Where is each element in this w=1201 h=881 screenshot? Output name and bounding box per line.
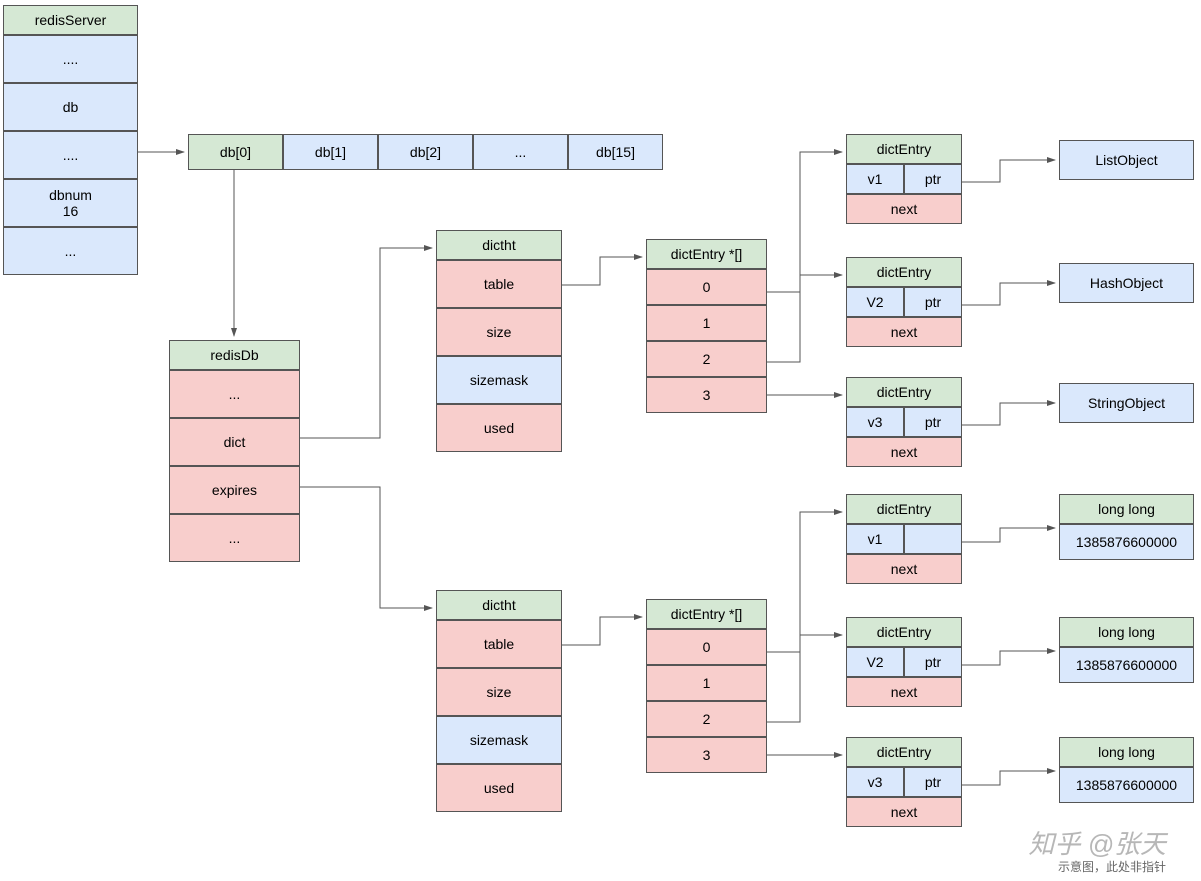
entryarr1-header: dictEntry *[] bbox=[646, 239, 767, 269]
entryarr2-row: 0 bbox=[646, 629, 767, 665]
entry2-v: v1 bbox=[846, 524, 904, 554]
dictht2-row: sizemask bbox=[436, 716, 562, 764]
caption-text: 示意图，此处非指针 bbox=[1058, 858, 1166, 875]
entry2-next: next bbox=[846, 554, 962, 584]
entry1-v: v1 bbox=[846, 164, 904, 194]
db-item: ... bbox=[473, 134, 568, 170]
redisdb-header: redisDb bbox=[169, 340, 300, 370]
entry2-v: v3 bbox=[846, 767, 904, 797]
dictht2-row: size bbox=[436, 668, 562, 716]
redisserver-row: db bbox=[3, 83, 138, 131]
entry2-ptr bbox=[904, 524, 962, 554]
dictht1-row: sizemask bbox=[436, 356, 562, 404]
redisdb-row: expires bbox=[169, 466, 300, 514]
entryarr1-row: 3 bbox=[646, 377, 767, 413]
entry1-next: next bbox=[846, 437, 962, 467]
entry2-v: V2 bbox=[846, 647, 904, 677]
redisserver-row: ... bbox=[3, 227, 138, 275]
dictht1-row: used bbox=[436, 404, 562, 452]
entryarr1-row: 2 bbox=[646, 341, 767, 377]
entry2-next: next bbox=[846, 797, 962, 827]
redisdb-row: ... bbox=[169, 370, 300, 418]
longlong-value: 1385876600000 bbox=[1059, 524, 1194, 560]
entryarr2-row: 3 bbox=[646, 737, 767, 773]
dictht1-row: table bbox=[436, 260, 562, 308]
entry2-header: dictEntry bbox=[846, 737, 962, 767]
entry1-ptr: ptr bbox=[904, 287, 962, 317]
entry2-ptr: ptr bbox=[904, 767, 962, 797]
redisserver-header: redisServer bbox=[3, 5, 138, 35]
entryarr2-row: 1 bbox=[646, 665, 767, 701]
entry1-ptr: ptr bbox=[904, 164, 962, 194]
entry2-ptr: ptr bbox=[904, 647, 962, 677]
entry2-next: next bbox=[846, 677, 962, 707]
entryarr1-row: 1 bbox=[646, 305, 767, 341]
entry2-header: dictEntry bbox=[846, 494, 962, 524]
entry2-header: dictEntry bbox=[846, 617, 962, 647]
entryarr2-row: 2 bbox=[646, 701, 767, 737]
entry1-header: dictEntry bbox=[846, 377, 962, 407]
db-item: db[15] bbox=[568, 134, 663, 170]
obj-list: ListObject bbox=[1059, 140, 1194, 180]
longlong-value: 1385876600000 bbox=[1059, 767, 1194, 803]
entry1-ptr: ptr bbox=[904, 407, 962, 437]
entry1-next: next bbox=[846, 317, 962, 347]
watermark-text: 知乎 @张天 bbox=[1028, 824, 1166, 861]
redisdb-row: ... bbox=[169, 514, 300, 562]
entryarr1-row: 0 bbox=[646, 269, 767, 305]
longlong-header: long long bbox=[1059, 494, 1194, 524]
longlong-value: 1385876600000 bbox=[1059, 647, 1194, 683]
entry1-v: V2 bbox=[846, 287, 904, 317]
entryarr2-header: dictEntry *[] bbox=[646, 599, 767, 629]
dictht2-header: dictht bbox=[436, 590, 562, 620]
entry1-v: v3 bbox=[846, 407, 904, 437]
db-item: db[1] bbox=[283, 134, 378, 170]
obj-hash: HashObject bbox=[1059, 263, 1194, 303]
longlong-header: long long bbox=[1059, 737, 1194, 767]
entry1-header: dictEntry bbox=[846, 134, 962, 164]
redisdb-row: dict bbox=[169, 418, 300, 466]
longlong-header: long long bbox=[1059, 617, 1194, 647]
redisserver-row: .... bbox=[3, 35, 138, 83]
obj-string: StringObject bbox=[1059, 383, 1194, 423]
db-item: db[2] bbox=[378, 134, 473, 170]
dictht1-header: dictht bbox=[436, 230, 562, 260]
dictht2-row: table bbox=[436, 620, 562, 668]
redisserver-row: dbnum 16 bbox=[3, 179, 138, 227]
redisserver-row: .... bbox=[3, 131, 138, 179]
db-item: db[0] bbox=[188, 134, 283, 170]
dictht1-row: size bbox=[436, 308, 562, 356]
dictht2-row: used bbox=[436, 764, 562, 812]
entry1-header: dictEntry bbox=[846, 257, 962, 287]
entry1-next: next bbox=[846, 194, 962, 224]
